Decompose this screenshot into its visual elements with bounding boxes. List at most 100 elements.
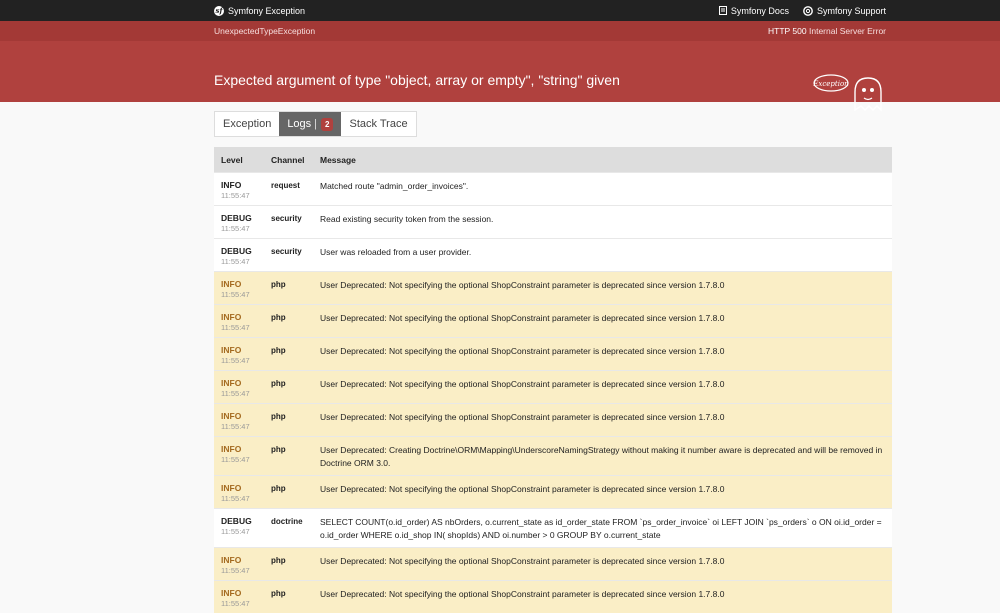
log-channel: doctrine [271,517,303,526]
exception-meta: UnexpectedTypeException HTTP 500 Interna… [0,21,1000,41]
log-message: User was reloaded from a user provider. [320,247,471,257]
log-row: INFO11:55:47phpUser Deprecated: Not spec… [214,548,892,581]
log-channel-cell: php [264,305,313,338]
exception-class: UnexpectedTypeException [214,26,315,36]
log-time: 11:55:47 [221,257,257,266]
log-row: INFO11:55:47 request Matched route "admin_… [214,173,892,206]
logs-table-body: INFO11:55:47requestMatched route "admin_… [214,173,892,613]
log-message-cell: User Deprecated: Creating Doctrine\ORM\M… [313,437,892,476]
log-time: 11:55:47 [221,422,257,431]
tab-logs[interactable]: Logs| 2 [279,112,341,136]
log-message: User Deprecated: Not specifying the opti… [320,412,724,422]
log-message: User Deprecated: Not specifying the opti… [320,379,724,389]
tab-stack-trace[interactable]: Stack Trace [341,112,415,136]
log-channel-cell: php [264,338,313,371]
log-level-cell: INFO11:55:47 [214,437,264,476]
log-channel: security [271,214,302,223]
log-message-cell: User Deprecated: Not specifying the opti… [313,305,892,338]
log-level: INFO [221,444,257,454]
log-row: INFO11:55:47 php User Deprecated: Creating… [214,437,892,476]
log-level: INFO [221,588,257,598]
log-channel: php [271,445,286,454]
log-level-cell: INFO11:55:47 [214,476,264,509]
log-level: DEBUG [221,213,257,223]
tab-logs-label: Logs [287,118,311,130]
log-channel-cell: php [264,272,313,305]
log-message: Matched route "admin_order_invoices". [320,181,468,191]
log-channel: security [271,247,302,256]
exception-message: Expected argument of type "object, array… [214,72,620,88]
symfony-docs-link[interactable]: Symfony Docs [719,6,789,16]
docs-link-label: Symfony Docs [731,6,789,16]
top-bar: sf Symfony Exception Symfony Docs Symfon… [0,0,1000,21]
log-row: DEBUG11:55:47doctrineSELECT COUNT(o.id_o… [214,509,892,548]
exception-ghost-icon: Exception [811,70,891,118]
log-channel-cell: security [264,206,313,239]
log-row: INFO11:55:47phpUser Deprecated: Not spec… [214,338,892,371]
symfony-logo-icon: sf [214,6,224,16]
log-time: 11:55:47 [221,599,257,608]
tab-bar: Exception Logs| 2 Stack Trace [214,111,417,137]
logs-table: Level Channel Message INFO11:55:47reques… [214,147,892,613]
log-channel: php [271,379,286,388]
log-level-cell: INFO11:55:47 [214,305,264,338]
log-level-cell: DEBUG11:55:47 [214,206,264,239]
log-message: User Deprecated: Not specifying the opti… [320,556,724,566]
tab-exception[interactable]: Exception [215,112,279,136]
log-message-cell: User Deprecated: Not specifying the opti… [313,581,892,613]
column-header-channel: Channel [264,147,313,173]
log-channel-cell: php [264,437,313,476]
log-message: User Deprecated: Not specifying the opti… [320,280,724,290]
logs-count-badge: 2 [321,118,333,131]
log-time: 11:55:47 [221,191,257,200]
log-message-cell: User Deprecated: Not specifying the opti… [313,404,892,437]
symfony-brand: sf Symfony Exception [214,6,305,16]
log-time: 11:55:47 [221,455,257,464]
log-row: DEBUG11:55:47securityUser was reloaded f… [214,239,892,272]
log-level-cell: INFO11:55:47 [214,173,264,206]
tab-separator: | [314,118,317,130]
log-time: 11:55:47 [221,527,257,536]
log-channel-cell: php [264,371,313,404]
log-time: 11:55:47 [221,566,257,575]
log-row: INFO11:55:47phpUser Deprecated: Not spec… [214,305,892,338]
log-row: INFO11:55:47phpUser Deprecated: Not spec… [214,476,892,509]
log-message-cell: User Deprecated: Not specifying the opti… [313,476,892,509]
log-level-cell: INFO11:55:47 [214,404,264,437]
log-channel: php [271,280,286,289]
log-channel-cell: request [264,173,313,206]
logs-table-header: Level Channel Message [214,147,892,173]
log-channel-cell: php [264,476,313,509]
log-row: DEBUG11:55:47 security Read existing secur… [214,206,892,239]
log-message: Read existing security token from the se… [320,214,493,224]
log-row: INFO11:55:47 php User Deprecated: Not spec… [214,272,892,305]
log-level-cell: INFO11:55:47 [214,272,264,305]
log-level: INFO [221,411,257,421]
log-channel-cell: php [264,581,313,613]
log-message: SELECT COUNT(o.id_order) AS nbOrders, o.… [320,517,882,540]
support-link-label: Symfony Support [817,6,886,16]
http-status: HTTP 500 Internal Server Error [768,26,886,36]
log-level: INFO [221,312,257,322]
log-level: INFO [221,180,257,190]
log-channel: request [271,181,300,190]
log-time: 11:55:47 [221,494,257,503]
log-channel: php [271,346,286,355]
log-time: 11:55:47 [221,389,257,398]
log-message: User Deprecated: Not specifying the opti… [320,313,724,323]
log-time: 11:55:47 [221,323,257,332]
ghost-label: Exception [812,80,849,88]
log-message-cell: Read existing security token from the se… [313,206,892,239]
log-message-cell: User Deprecated: Not specifying the opti… [313,371,892,404]
log-channel-cell: php [264,548,313,581]
log-message: User Deprecated: Creating Doctrine\ORM\M… [320,445,882,468]
tab-exception-label: Exception [223,118,271,130]
log-level: INFO [221,483,257,493]
log-channel-cell: security [264,239,313,272]
log-channel: php [271,589,286,598]
log-message-cell: User Deprecated: Not specifying the opti… [313,338,892,371]
symfony-support-link[interactable]: Symfony Support [803,6,886,16]
log-row: INFO11:55:47phpUser Deprecated: Not spec… [214,371,892,404]
log-message: User Deprecated: Not specifying the opti… [320,346,724,356]
log-message: User Deprecated: Not specifying the opti… [320,484,724,494]
